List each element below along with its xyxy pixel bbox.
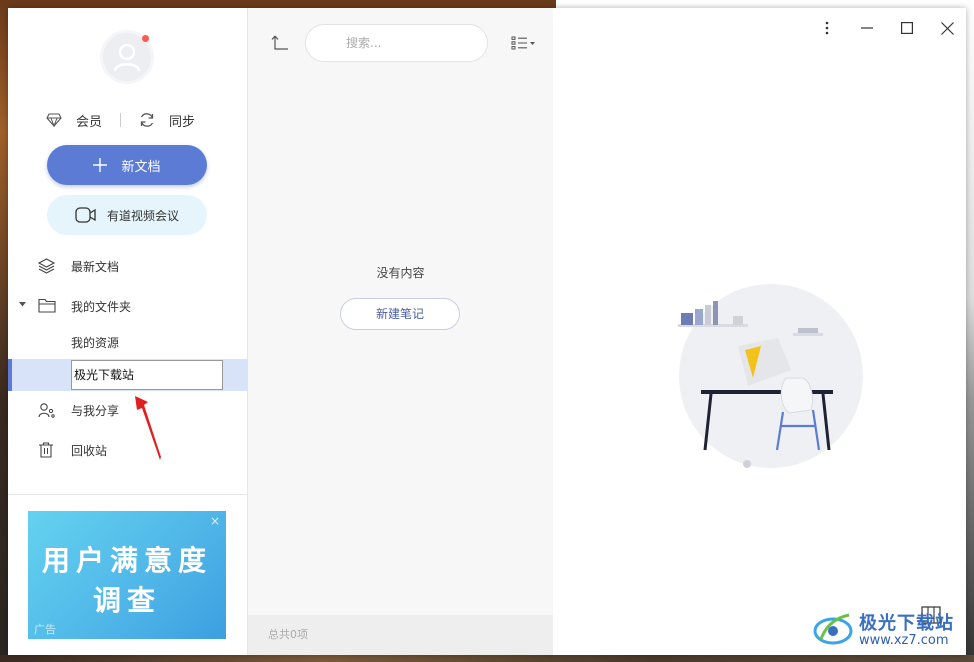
site-watermark: 极光下载站 www.xz7.com (813, 606, 963, 651)
sync-icon (140, 113, 154, 127)
sidebar-item-label: 回收站 (71, 443, 108, 458)
ad-tag: 广告 (34, 623, 56, 636)
item-count: 总共0项 (248, 615, 553, 655)
divider (120, 113, 122, 127)
sidebar-item-recent[interactable]: 最新文档 (8, 250, 248, 282)
sync-button[interactable]: 同步 (139, 111, 195, 130)
account-row: 会员 同步 (46, 111, 216, 130)
annotation-arrow (135, 396, 161, 460)
user-icon (113, 43, 141, 72)
sync-label: 同步 (169, 114, 196, 130)
advertisement-banner[interactable]: × 用户满意度 调查 广告 (28, 511, 226, 639)
avatar[interactable] (100, 30, 154, 84)
folder-icon (38, 298, 56, 313)
sidebar-item-label: 我的资源 (71, 335, 120, 350)
new-note-button[interactable]: 新建笔记 (340, 298, 460, 330)
desktop-background-strip (556, 0, 974, 8)
vip-button[interactable]: 会员 (46, 111, 102, 130)
sidebar-item-label: 最新文档 (71, 259, 120, 274)
selection-indicator (8, 359, 12, 391)
ad-headline-2: 调查 (92, 584, 161, 617)
empty-state-text: 没有内容 (376, 266, 425, 280)
video-meeting-label: 有道视频会议 (106, 208, 179, 223)
content-panel: 极光下载站 www.xz7.com (553, 8, 966, 655)
ad-headline: 用户满意度 (41, 544, 212, 577)
layers-icon (38, 258, 55, 274)
shared-users-icon (38, 403, 55, 418)
go-up-icon[interactable] (271, 35, 289, 51)
close-button[interactable] (937, 18, 957, 38)
caret-down-icon (19, 302, 26, 307)
sidebar: 会员 同步 新文档 有道视频会议 最新文档 我的文件夹 我的资源 极光下载站 与… (8, 8, 248, 655)
trash-icon (39, 442, 53, 458)
empty-desk-illustration (678, 284, 863, 468)
minimize-button[interactable] (857, 18, 877, 38)
notification-dot (142, 35, 149, 42)
sidebar-item-renaming-folder[interactable]: 极光下载站 (8, 359, 248, 391)
more-vertical-icon (825, 21, 829, 35)
video-meeting-button[interactable]: 有道视频会议 (47, 195, 207, 235)
new-document-label: 新文档 (121, 159, 161, 175)
list-view-icon[interactable] (511, 36, 537, 50)
watermark-title: 极光下载站 (859, 613, 954, 634)
ad-close-button[interactable]: × (210, 514, 220, 528)
sidebar-item-my-resources[interactable]: 我的资源 (8, 326, 248, 358)
vip-label: 会员 (76, 114, 103, 130)
note-list-panel: 搜索... 没有内容 新建笔记 总共0项 (248, 8, 553, 655)
plus-icon (93, 158, 108, 172)
close-icon (940, 21, 954, 35)
search-input[interactable]: 搜索... (305, 24, 488, 62)
more-menu-button[interactable] (817, 18, 837, 38)
app-window: 会员 同步 新文档 有道视频会议 最新文档 我的文件夹 我的资源 极光下载站 与… (8, 8, 966, 655)
diamond-icon (46, 113, 62, 127)
desktop-background-bottom (0, 655, 974, 662)
divider (8, 494, 248, 495)
sidebar-item-label: 我的文件夹 (71, 299, 132, 314)
maximize-icon (901, 22, 913, 34)
folder-rename-input[interactable]: 极光下载站 (71, 360, 223, 390)
video-camera-icon (75, 207, 96, 223)
maximize-button[interactable] (897, 18, 917, 38)
watermark-logo-icon (813, 613, 853, 644)
sidebar-item-my-folders[interactable]: 我的文件夹 (8, 290, 248, 322)
new-document-button[interactable]: 新文档 (47, 145, 207, 185)
desktop-background-edge (966, 0, 974, 662)
watermark-url: www.xz7.com (859, 633, 949, 648)
sidebar-item-label: 与我分享 (71, 403, 120, 418)
minimize-icon (861, 27, 873, 29)
